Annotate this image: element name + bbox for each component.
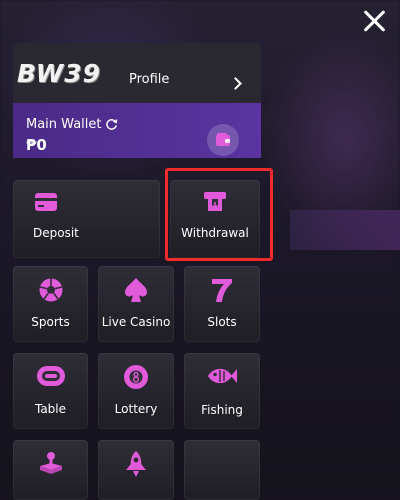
- seven-icon: [212, 279, 232, 302]
- menu-item-sports[interactable]: Sports: [13, 266, 88, 342]
- chip-icon: [36, 366, 65, 386]
- menu-item-live-casino[interactable]: Live Casino: [98, 266, 174, 342]
- soccer-ball-icon: [39, 278, 62, 302]
- deposit-label: Deposit: [33, 226, 79, 240]
- close-icon[interactable]: [362, 8, 388, 34]
- menu-item-slots[interactable]: Slots: [184, 266, 260, 342]
- eight-ball-icon: [124, 365, 148, 389]
- menu-label: Fishing: [201, 403, 243, 417]
- withdrawal-highlight-box: [165, 168, 273, 261]
- menu-item-more[interactable]: [184, 440, 260, 500]
- fish-icon: [208, 368, 237, 384]
- profile-row[interactable]: BW39 Profile: [13, 43, 261, 103]
- wallet-icon[interactable]: [207, 124, 239, 156]
- spade-icon: [125, 278, 147, 302]
- brand-logo: BW39: [17, 59, 102, 88]
- menu-item-crash[interactable]: [98, 440, 174, 500]
- joystick-icon: [39, 452, 62, 474]
- menu-label: Slots: [207, 315, 237, 329]
- menu-item-fishing[interactable]: Fishing: [184, 353, 260, 429]
- menu-item-lottery[interactable]: Lottery: [98, 353, 174, 429]
- profile-label: Profile: [129, 72, 170, 87]
- deposit-button[interactable]: Deposit: [13, 180, 160, 258]
- wallet-label: Main Wallet: [26, 117, 102, 132]
- background-banner: [290, 210, 400, 250]
- menu-label: Lottery: [114, 402, 158, 416]
- menu-label: Sports: [31, 315, 70, 329]
- card-icon: [35, 193, 57, 211]
- menu-item-table[interactable]: Table: [13, 353, 88, 429]
- side-menu-panel: BW39 Profile Main Wallet ₱0 Deposit With…: [13, 43, 261, 500]
- menu-label: Live Casino: [101, 315, 171, 329]
- refresh-icon[interactable]: [105, 118, 118, 131]
- menu-label: Table: [34, 402, 67, 416]
- wallet-balance: ₱0: [26, 136, 47, 154]
- rocket-icon: [126, 451, 146, 477]
- main-wallet-card: Main Wallet ₱0: [13, 103, 261, 158]
- chevron-right-icon: [229, 77, 242, 90]
- menu-item-arcade[interactable]: [13, 440, 88, 500]
